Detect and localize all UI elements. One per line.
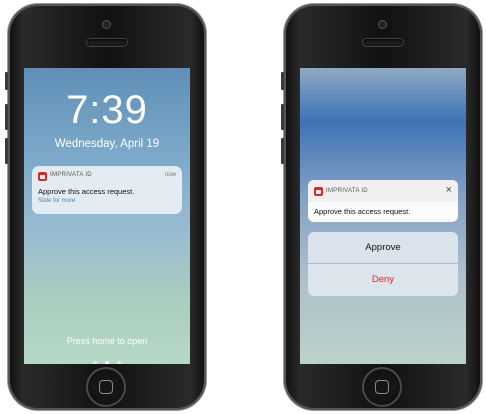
approve-button[interactable]: Approve <box>308 232 458 264</box>
mute-switch <box>281 72 284 90</box>
home-square-icon <box>99 380 113 394</box>
page-dot <box>92 361 97 364</box>
phone-notification-actions: IMPRIVATA ID × Approve this access reque… <box>281 4 482 410</box>
notification-title: Approve this access request. <box>38 187 135 196</box>
deny-button[interactable]: Deny <box>308 264 458 295</box>
notification-subtitle: Slide for more <box>38 198 76 204</box>
volume-down-button <box>5 138 8 164</box>
imprivata-app-icon <box>38 172 47 181</box>
lock-screen: 7:39 Wednesday, April 19 IMPRIVATA ID no… <box>24 68 190 364</box>
card-header: IMPRIVATA ID × <box>308 180 458 202</box>
front-camera <box>103 21 110 28</box>
lock-notification[interactable]: IMPRIVATA ID now Approve this access req… <box>32 166 182 214</box>
lock-time: 7:39 <box>66 88 148 132</box>
expanded-notification-card: IMPRIVATA ID × Approve this access reque… <box>308 180 458 222</box>
imprivata-app-icon <box>314 187 323 196</box>
notification-actions: Approve Deny <box>308 232 458 296</box>
lock-date: Wednesday, April 19 <box>54 138 160 150</box>
notification-screen: IMPRIVATA ID × Approve this access reque… <box>300 68 466 364</box>
camera-dot-icon <box>117 361 122 364</box>
card-app-name: IMPRIVATA ID <box>326 188 368 194</box>
page-dot-active <box>105 361 109 364</box>
close-icon[interactable]: × <box>446 184 452 196</box>
earpiece-speaker <box>363 39 403 46</box>
card-message: Approve this access request. <box>314 207 411 216</box>
notification-app-name: IMPRIVATA ID <box>50 172 92 178</box>
front-camera <box>379 21 386 28</box>
home-button[interactable] <box>86 367 126 407</box>
volume-up-button <box>5 104 8 130</box>
notification-time: now <box>164 172 176 178</box>
press-home-hint: Press home to open <box>66 336 148 346</box>
home-square-icon <box>375 380 389 394</box>
volume-up-button <box>281 104 284 130</box>
home-button[interactable] <box>362 367 402 407</box>
earpiece-speaker <box>87 39 127 46</box>
phone-lockscreen: 7:39 Wednesday, April 19 IMPRIVATA ID no… <box>5 4 206 410</box>
page-dots <box>24 352 190 364</box>
volume-down-button <box>281 138 284 164</box>
mute-switch <box>5 72 8 90</box>
